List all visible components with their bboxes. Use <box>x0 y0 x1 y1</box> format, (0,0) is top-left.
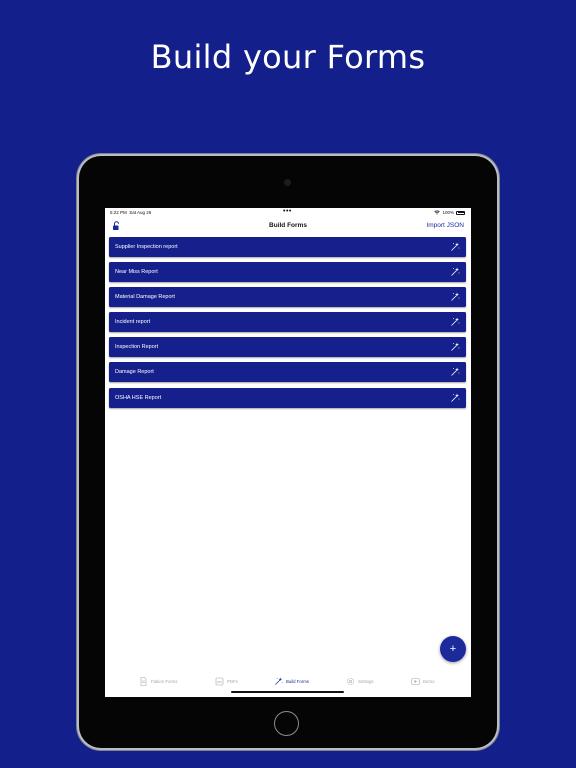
form-list-item[interactable]: Material Damage Report <box>109 287 466 308</box>
front-camera <box>284 179 291 186</box>
tab-fabion-forms[interactable]: Fabion Forms <box>139 677 178 686</box>
magic-wand-icon[interactable] <box>450 367 460 377</box>
gear-icon <box>346 677 355 686</box>
form-label: OSHA HSE Report <box>115 394 162 401</box>
form-label: Near Miss Report <box>115 269 158 276</box>
magic-wand-icon[interactable] <box>450 267 460 277</box>
form-list-item[interactable]: Incident report <box>109 312 466 333</box>
tab-build-forms[interactable]: Build Forms <box>274 677 309 686</box>
document-icon <box>140 677 147 686</box>
form-label: Incident report <box>115 319 151 326</box>
form-list-item[interactable]: Damage Report <box>109 362 466 383</box>
form-label: Supplier Inspection report <box>115 244 178 250</box>
tab-settings[interactable]: Settings <box>346 677 374 686</box>
form-list-item[interactable]: Near Miss Report <box>109 262 466 283</box>
form-list: Supplier Inspection report Near Miss Rep… <box>109 237 466 413</box>
play-icon <box>411 678 420 685</box>
form-list-item[interactable]: OSHA HSE Report <box>109 387 466 408</box>
add-form-button[interactable]: + <box>440 636 466 662</box>
ipad-device-frame: 5:22 PM Sat Aug 26 ••• 100% Build Forms … <box>79 156 497 748</box>
status-time: 5:22 PM Sat Aug 26 <box>110 210 152 215</box>
pdf-icon: PDF <box>215 677 224 686</box>
home-button[interactable] <box>274 711 299 736</box>
status-indicators: 100% <box>434 210 465 215</box>
navigation-bar: Build Forms Import JSON <box>105 218 471 234</box>
tab-label: Build Forms <box>286 679 309 684</box>
status-bar: 5:22 PM Sat Aug 26 ••• 100% <box>105 208 471 218</box>
form-label: Damage Report <box>115 369 154 376</box>
home-indicator[interactable] <box>231 691 344 693</box>
tab-bar: Fabion Forms PDF PDFs Build Forms Settin… <box>105 674 471 690</box>
form-label: Material Damage Report <box>115 294 175 301</box>
tab-label: Fabion Forms <box>151 679 178 684</box>
wifi-icon <box>434 210 441 215</box>
marketing-headline: Build your Forms <box>150 38 426 76</box>
app-screen: 5:22 PM Sat Aug 26 ••• 100% Build Forms … <box>105 208 471 697</box>
magic-wand-icon[interactable] <box>450 342 460 352</box>
magic-wand-icon[interactable] <box>450 242 460 252</box>
import-json-button[interactable]: Import JSON <box>426 222 464 229</box>
magic-wand-icon[interactable] <box>450 317 460 327</box>
svg-text:PDF: PDF <box>217 681 222 684</box>
tab-label: Settings <box>358 679 374 684</box>
tab-demo[interactable]: Demo <box>411 677 434 686</box>
tab-label: Demo <box>423 679 435 684</box>
tab-pdfs[interactable]: PDF PDFs <box>215 677 238 686</box>
magic-wand-icon[interactable] <box>450 393 460 403</box>
battery-icon <box>456 210 465 215</box>
page-title: Build Forms <box>269 222 307 229</box>
form-label: Inspection Report <box>115 344 159 351</box>
multitasking-dots[interactable]: ••• <box>283 208 292 215</box>
form-list-item[interactable]: Inspection Report <box>109 337 466 358</box>
magic-wand-icon[interactable] <box>450 292 460 302</box>
form-list-item[interactable]: Supplier Inspection report <box>109 237 466 257</box>
tab-label: PDFs <box>227 679 238 684</box>
magic-wand-icon <box>275 677 283 685</box>
battery-percent: 100% <box>442 210 454 215</box>
